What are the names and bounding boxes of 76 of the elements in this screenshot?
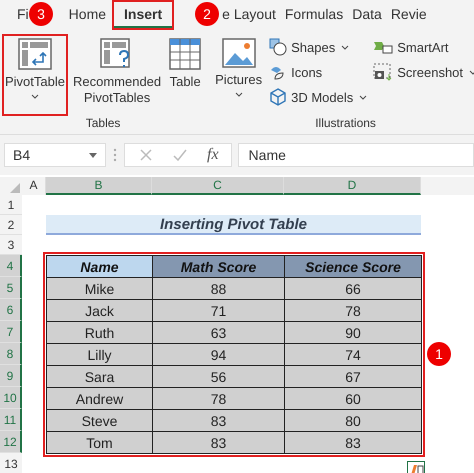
row-header[interactable]: 4 xyxy=(0,255,22,277)
row-header[interactable]: 8 xyxy=(0,343,22,365)
table-cell: 83 xyxy=(284,432,422,454)
checkmark-icon[interactable] xyxy=(173,148,187,162)
ribbon-button[interactable]: Shapes xyxy=(267,36,370,58)
group-label: Illustrations xyxy=(314,116,377,132)
drag-handle-icon[interactable] xyxy=(112,148,118,162)
table-cell: 67 xyxy=(284,366,422,388)
step-badge: 1 xyxy=(427,342,451,366)
table-cell: Sara xyxy=(46,366,152,388)
row-header[interactable]: 7 xyxy=(0,321,22,343)
select-all-icon[interactable] xyxy=(10,183,20,193)
ribbon-button[interactable]: PivotTable xyxy=(2,34,68,116)
ribbon-tab[interactable]: Insert xyxy=(114,2,172,28)
header-cell: Science Score xyxy=(284,256,422,278)
table-cell: 90 xyxy=(284,322,422,344)
column-header[interactable]: B xyxy=(46,177,152,195)
shapes-icon xyxy=(269,38,288,56)
table-cell: 94 xyxy=(152,344,284,366)
table-cell: 78 xyxy=(284,300,422,322)
quick-analysis-icon[interactable] xyxy=(407,461,425,473)
table-cell: Lilly xyxy=(46,344,152,366)
ribbon-tab[interactable]: Fi xyxy=(17,2,29,28)
table-grid-icon xyxy=(169,38,202,70)
column-header[interactable]: C xyxy=(152,177,284,195)
table-cell: 80 xyxy=(284,410,422,432)
row-header[interactable]: 9 xyxy=(0,365,22,387)
ribbon-button[interactable]: Table xyxy=(166,34,204,116)
ribbon-tab[interactable]: Revie xyxy=(390,2,427,28)
name-box[interactable]: B4 xyxy=(4,143,106,167)
table-cell: Jack xyxy=(46,300,152,322)
table-cell: 83 xyxy=(152,432,284,454)
header-cell: Math Score xyxy=(152,256,284,278)
row-header[interactable]: 13 xyxy=(0,453,22,473)
ribbon-button[interactable]: Screenshot xyxy=(371,61,474,83)
header-cell: Name xyxy=(46,256,152,278)
table-cell: Ruth xyxy=(46,322,152,344)
table-cell: Tom xyxy=(46,432,152,454)
table-cell: 63 xyxy=(152,322,284,344)
ribbon-button[interactable]: Pictures xyxy=(212,34,266,116)
formula-input[interactable]: Name xyxy=(238,143,474,167)
row-header[interactable]: 6 xyxy=(0,299,22,321)
sheet-title: Inserting Pivot Table xyxy=(46,215,421,235)
table-cell: 88 xyxy=(152,278,284,300)
ribbon-button[interactable]: Recommended PivotTables xyxy=(70,34,164,116)
row-header[interactable]: 1 xyxy=(0,195,22,215)
ribbon-tab[interactable]: e Layout xyxy=(222,2,276,28)
row-header[interactable]: 12 xyxy=(0,431,22,453)
group-label: Tables xyxy=(84,116,122,132)
table-cell: 78 xyxy=(152,388,284,410)
table-cell: Andrew xyxy=(46,388,152,410)
ribbon-tab[interactable]: Data xyxy=(352,2,382,28)
pivot-table-icon xyxy=(18,38,52,70)
column-header[interactable]: D xyxy=(284,177,421,195)
ribbon-button[interactable]: 3D Models xyxy=(267,86,370,108)
ribbon-tab[interactable]: Formulas xyxy=(284,2,344,28)
table-cell: 60 xyxy=(284,388,422,410)
ribbon-tab[interactable]: Home xyxy=(68,2,106,28)
table-cell: 66 xyxy=(284,278,422,300)
camera-icon xyxy=(373,63,394,81)
table-cell: Steve xyxy=(46,410,152,432)
ribbon-button[interactable]: SmartArt xyxy=(371,36,474,58)
insert-function-button[interactable]: fx xyxy=(207,146,219,164)
table-cell: 56 xyxy=(152,366,284,388)
row-header[interactable]: 10 xyxy=(0,387,22,409)
ribbon-button[interactable]: Icons xyxy=(267,61,370,83)
cube-icon xyxy=(269,88,288,106)
table-cell: 74 xyxy=(284,344,422,366)
row-header[interactable]: 5 xyxy=(0,277,22,299)
table-cell: Mike xyxy=(46,278,152,300)
table-cell: 71 xyxy=(152,300,284,322)
table-cell: 83 xyxy=(152,410,284,432)
row-header[interactable]: 11 xyxy=(0,409,22,431)
cancel-icon[interactable] xyxy=(139,148,153,162)
picture-icon xyxy=(222,38,256,68)
row-header[interactable]: 2 xyxy=(0,215,22,235)
